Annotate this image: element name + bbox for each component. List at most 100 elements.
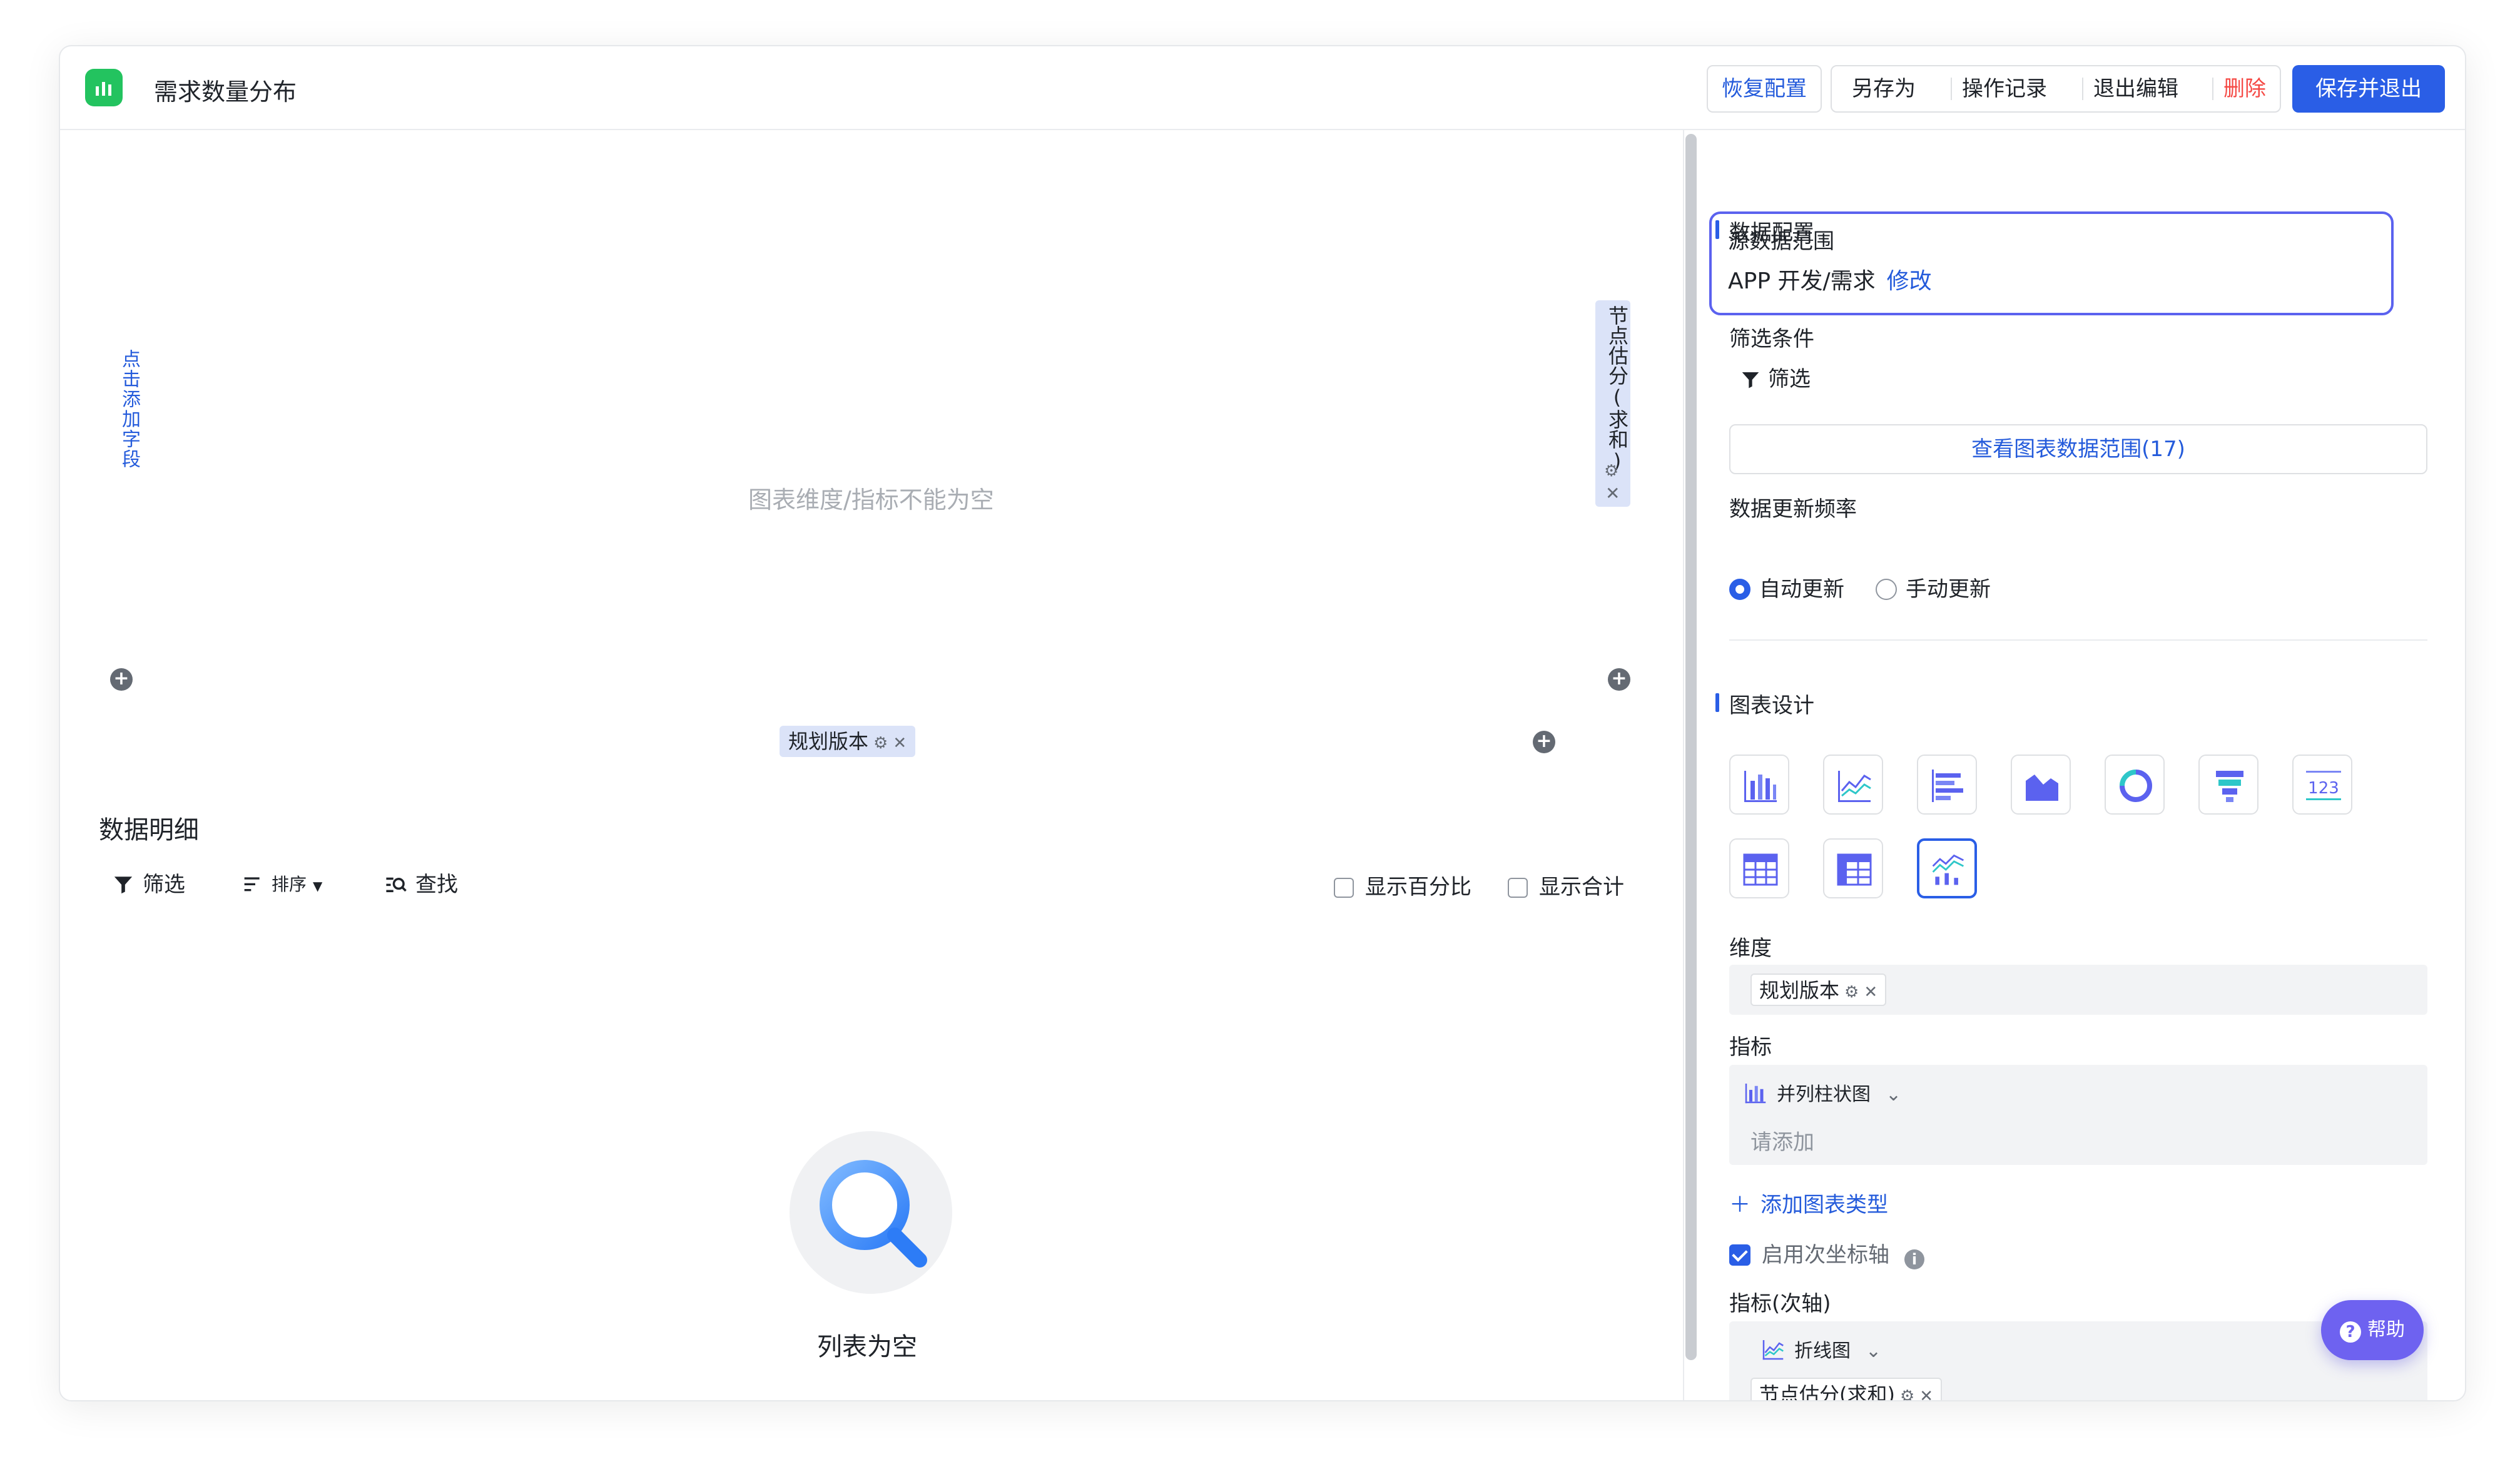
empty-search-illustration [790,1131,952,1294]
dimension-field-box[interactable]: 规划版本 ⚙ ✕ [1729,965,2427,1015]
header-bar: 需求数量分布 恢复配置 另存为 操作记录 退出编辑 删除 保存并退出 [60,46,2465,130]
metric-chart-type-label: 并列柱状图 [1777,1084,1871,1106]
find-label: 查找 [415,872,458,897]
chart-empty-message: 图表维度/指标不能为空 [748,486,994,514]
detail-filter-button[interactable]: 筛选 [113,867,185,898]
radio-unselected[interactable] [1876,579,1897,600]
manual-update-label: 手动更新 [1906,577,1991,602]
line-chart-icon [1838,771,1871,802]
dimension-value: 规划版本 [1759,978,1840,1002]
radio-selected[interactable] [1729,579,1750,600]
pivot-table-icon [1837,853,1872,886]
save-and-exit-button[interactable]: 保存并退出 [2292,65,2445,113]
data-detail-title: 数据明细 [99,816,199,845]
operation-log-button[interactable]: 操作记录 [1962,66,2047,111]
filter-conditions-label: 筛选条件 [1729,327,1814,352]
exit-edit-button[interactable]: 退出编辑 [2093,66,2178,111]
y-axis-add-field[interactable]: 点击添加字段 [115,349,143,469]
table-icon [1743,853,1778,886]
show-total-checkbox[interactable]: 显示合计 [1508,870,1624,900]
bar-chart-app-icon [85,69,123,106]
panel-filter-button[interactable]: 筛选 [1740,362,1811,392]
delete-button[interactable]: 删除 [2223,66,2266,111]
metric-chart-type-selector[interactable]: 并列柱状图 ⌄ [1743,1079,1901,1106]
close-icon[interactable]: ✕ [1919,1387,1933,1400]
secondary-axis-field-chip[interactable]: 节点估分(求和) ⚙ ✕ [1595,300,1630,507]
secondary-axis-field-label: 节点估分(求和) [1605,305,1629,473]
divider [1951,78,1952,100]
gear-icon[interactable]: ⚙ [1844,983,1859,1002]
show-percent-checkbox[interactable]: 显示百分比 [1334,870,1471,900]
sort-icon [244,877,260,892]
pivot-table-type[interactable] [1823,838,1883,898]
close-icon[interactable]: ✕ [1605,483,1620,504]
sort-label: 排序 [272,874,307,895]
section-divider [1729,639,2427,641]
x-axis-field-chip[interactable]: 规划版本 ⚙ ✕ [780,726,916,757]
view-chart-data-range-button[interactable]: 查看图表数据范围(17) [1729,424,2427,474]
info-icon[interactable]: i [1904,1249,1924,1269]
canvas-scrollbar[interactable] [1685,134,1697,1360]
gear-icon[interactable]: ⚙ [1604,462,1618,480]
help-button[interactable]: ? 帮助 [2321,1300,2424,1360]
action-button-group: 另存为 操作记录 退出编辑 删除 [1831,65,2281,113]
combo-chart-type[interactable] [1917,838,1977,898]
line-chart-type[interactable] [1823,755,1883,815]
question-icon: ? [2340,1321,2361,1343]
secondary-axis-label: 启用次坐标轴 [1762,1243,1889,1268]
checkbox-checked[interactable] [1729,1244,1750,1266]
close-icon[interactable]: ✕ [893,734,907,753]
divider [2212,78,2213,100]
gear-icon[interactable]: ⚙ [1900,1387,1914,1400]
filter-icon [1742,372,1759,389]
divider [2082,78,2083,100]
panel-filter-label: 筛选 [1768,367,1811,392]
checkbox-box[interactable] [1508,878,1528,898]
add-x-axis-plus-icon[interactable]: + [1533,731,1555,753]
add-right-axis-plus-icon[interactable]: + [1608,668,1630,691]
add-left-axis-plus-icon[interactable]: + [110,668,133,691]
secondary-metric-chip[interactable]: 节点估分(求和) ⚙ ✕ [1750,1378,1943,1400]
dimension-field-chip[interactable]: 规划版本 ⚙ ✕ [1750,973,1887,1006]
auto-update-radio[interactable]: 自动更新 [1729,572,1844,602]
filter-label: 筛选 [143,872,185,897]
source-range-box: 源数据范围 APP 开发/需求 修改 [1709,211,2394,315]
source-range-value: APP 开发/需求 修改 [1728,263,1932,295]
column-chart-icon [1744,771,1777,802]
add-chart-type-button[interactable]: ＋ 添加图表类型 [1729,1187,1888,1218]
source-range-text: APP 开发/需求 [1728,268,1876,294]
manual-update-radio[interactable]: 手动更新 [1876,572,1991,602]
help-label: 帮助 [2367,1319,2405,1341]
secondary-axis-toggle[interactable]: 启用次坐标轴 i [1729,1238,1924,1269]
column-chart-icon [1745,1084,1766,1104]
area-chart-icon [2026,775,2058,801]
table-type[interactable] [1729,838,1789,898]
indicator-card-type[interactable]: 123 [2292,755,2352,815]
secondary-chart-type-selector[interactable]: 折线图 ⌄ [1760,1335,1881,1363]
number-card-icon: 123 [2306,771,2341,800]
secondary-chart-type-label: 折线图 [1794,1340,1851,1362]
show-percent-label: 显示百分比 [1365,875,1471,900]
magnifier-icon [820,1160,927,1268]
detail-find-button[interactable]: 查找 [385,867,458,898]
donut-chart-type[interactable] [2105,755,2165,815]
detail-sort-button[interactable]: 排序 ▼ [243,871,322,896]
bar-chart-type[interactable] [1917,755,1977,815]
modify-source-link[interactable]: 修改 [1887,268,1932,294]
close-icon[interactable]: ✕ [1864,983,1877,1002]
source-range-label: 源数据范围 [1728,229,1834,254]
checkbox-box[interactable] [1334,878,1354,898]
metric-field-box: 并列柱状图 ⌄ 请添加 [1729,1065,2427,1165]
area-chart-type[interactable] [2011,755,2071,815]
line-chart-icon [1762,1340,1784,1360]
gear-icon[interactable]: ⚙ [873,734,888,753]
restore-config-button[interactable]: 恢复配置 [1707,65,1822,113]
save-as-button[interactable]: 另存为 [1852,66,1916,111]
column-chart-type[interactable] [1729,755,1789,815]
metric-add-placeholder[interactable]: 请添加 [1750,1125,1814,1156]
funnel-chart-type[interactable] [2198,755,2258,815]
find-icon [386,877,407,893]
secondary-metric-label: 指标(次轴) [1729,1291,1831,1316]
chevron-down-icon: ⌄ [1886,1084,1902,1106]
svg-text:123: 123 [2308,779,2339,798]
